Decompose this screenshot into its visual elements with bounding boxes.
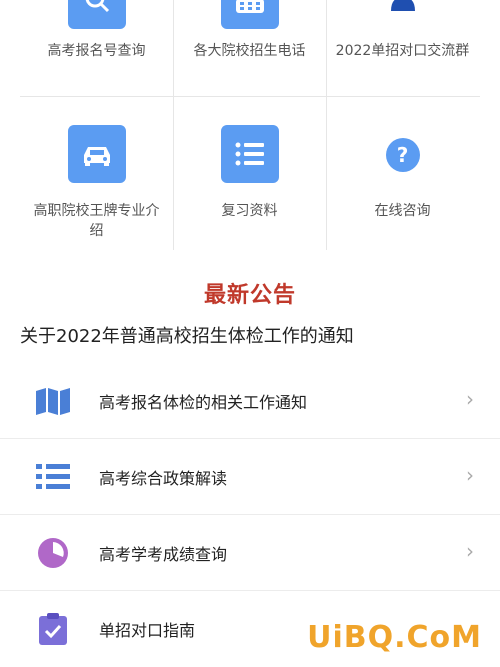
list-icon — [220, 125, 279, 183]
shortcut-grid: 高考报名号查询 各大院校招生电话 2022单招对口交流群 高职院校王牌专业介绍 — [20, 0, 480, 250]
clipboard-check-icon — [35, 611, 71, 647]
grid-item-registration-query[interactable]: 高考报名号查询 — [20, 0, 173, 96]
grid-item-label: 复习资料 — [221, 203, 278, 219]
grid-item-online-consult[interactable]: ? 在线咨询 — [326, 125, 479, 250]
phone-keypad-icon — [220, 0, 279, 29]
chevron-right-icon: › — [466, 463, 474, 487]
watermark-logo: UiBQ.CoM — [307, 620, 482, 655]
list-item-score-query[interactable]: 高考学考成绩查询 › — [0, 515, 500, 591]
grid-item-label: 在线咨询 — [374, 203, 431, 219]
list-item-label: 高考综合政策解读 — [99, 469, 228, 488]
list-item-label: 高考学考成绩查询 — [99, 545, 228, 564]
pie-chart-icon — [35, 535, 71, 571]
list-icon — [35, 459, 71, 495]
grid-item-review-materials[interactable]: 复习资料 — [173, 125, 326, 250]
map-icon — [35, 383, 71, 419]
chevron-right-icon: › — [466, 387, 474, 411]
search-icon — [67, 0, 126, 29]
question-icon: ? — [385, 138, 420, 172]
car-icon — [67, 125, 126, 183]
grid-item-label: 各大院校招生电话 — [193, 43, 306, 59]
list-item-label: 单招对口指南 — [99, 621, 196, 640]
section-title: 最新公告 — [203, 283, 296, 308]
grid-item-label: 高考报名号查询 — [47, 43, 146, 59]
grid-item-exchange-group[interactable]: 2022单招对口交流群 — [326, 0, 479, 96]
list-item-physical-exam-notice[interactable]: 高考报名体检的相关工作通知 › — [0, 363, 500, 439]
grid-item-label: 2022单招对口交流群 — [335, 43, 470, 59]
grid-item-vocational-majors[interactable]: 高职院校王牌专业介绍 — [20, 125, 173, 250]
user-group-icon — [385, 0, 421, 11]
grid-item-admission-phones[interactable]: 各大院校招生电话 — [173, 0, 326, 96]
notice-link[interactable]: 关于2022年普通高校招生体检工作的通知 — [20, 322, 354, 348]
chevron-right-icon: › — [466, 539, 474, 563]
list-item-policy-interpretation[interactable]: 高考综合政策解读 › — [0, 439, 500, 515]
grid-item-label: 高职院校王牌专业介绍 — [33, 203, 160, 239]
list-item-label: 高考报名体检的相关工作通知 — [99, 393, 308, 412]
